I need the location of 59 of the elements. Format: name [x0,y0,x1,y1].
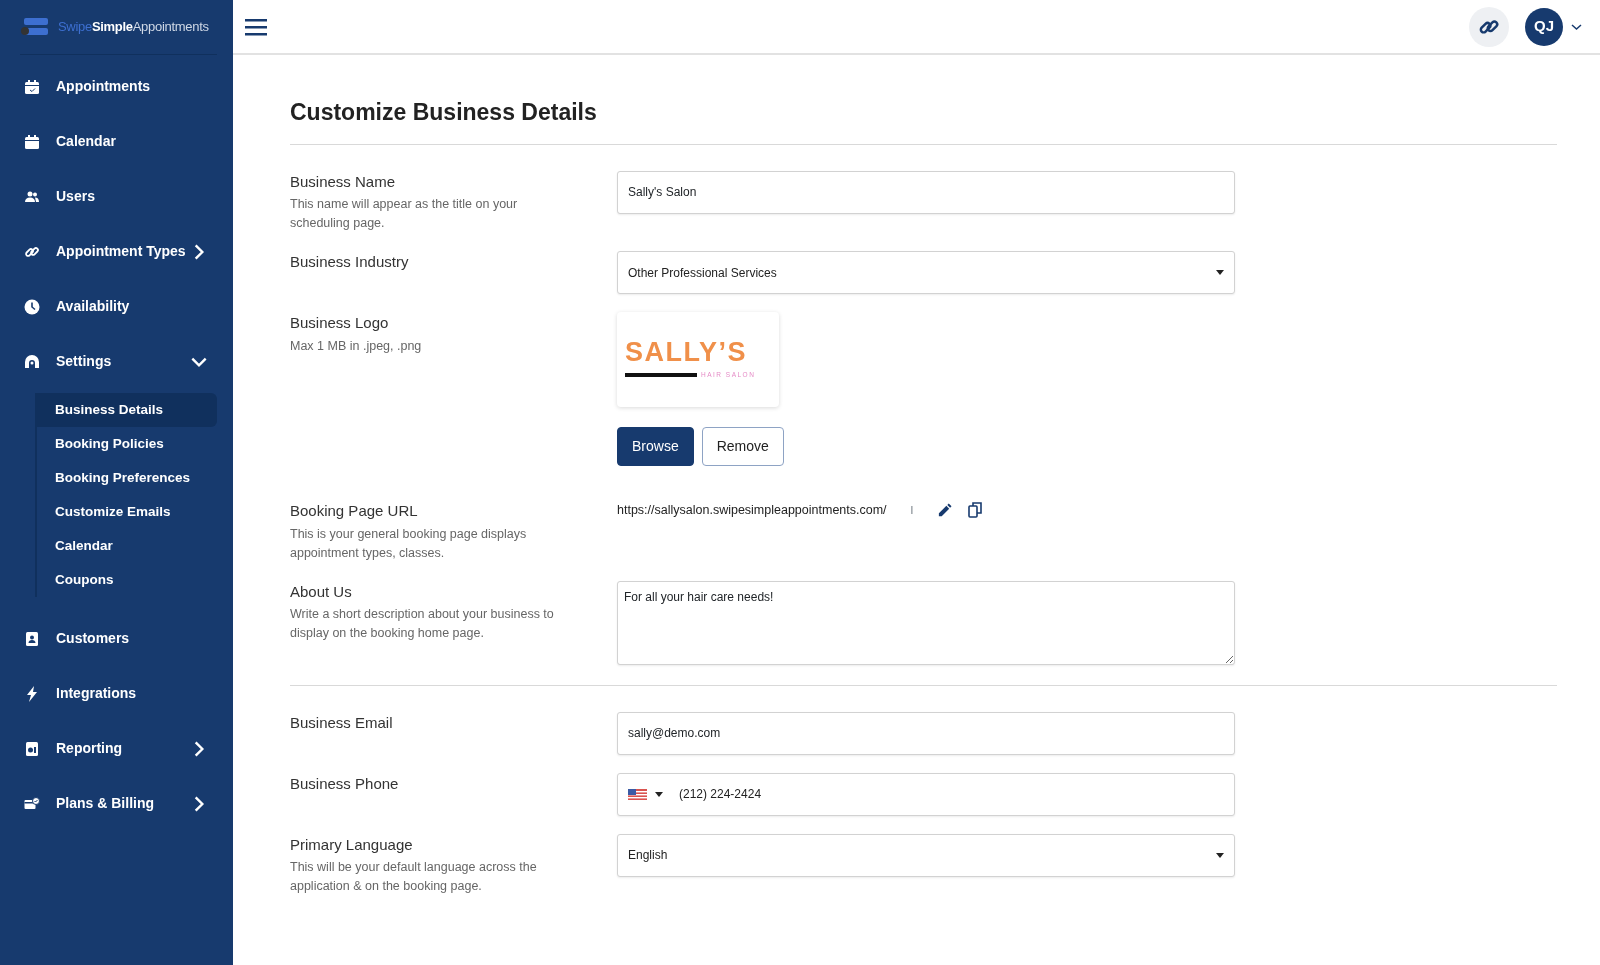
select-field[interactable]: Other Professional Services [617,251,1235,295]
sidebar-item[interactable]: Integrations [0,666,233,721]
field-label: Business Phone [290,773,400,794]
copy-icon[interactable] [968,502,983,519]
lightning-icon [24,685,40,702]
separator: I [910,503,914,518]
menu-icon[interactable] [245,17,267,36]
brand-name: SwipeSimpleAppointments [58,18,209,37]
caret-icon [655,792,663,798]
text-area[interactable]: For all your hair care needs! [617,580,1235,665]
field-label: Business Industry [290,252,410,273]
sidebar-item[interactable]: Users [0,169,233,224]
flag-icon [628,788,647,800]
submenu-item[interactable]: Business Details [37,393,217,427]
pencil-icon[interactable] [937,502,953,518]
submenu-item[interactable]: Calendar [37,529,217,563]
sidebar-item[interactable]: Appointments [0,59,233,114]
calendar-check-icon [24,78,40,95]
phone-field[interactable]: (212) 224-2424 [617,772,1235,816]
submenu-item[interactable]: Coupons [37,563,217,597]
caret-icon [1216,270,1224,276]
chevron-down-icon[interactable] [1571,22,1582,31]
sidebar-item[interactable]: Reporting [0,721,233,776]
clock-icon [24,298,40,315]
field-label: Booking Page URL [290,501,419,522]
sidebar-item[interactable]: Availability [0,279,233,334]
field-hint: This is your general booking page displays appointment types, classes. [290,525,528,562]
input-field[interactable]: sally@demo.com [617,711,1235,755]
field-label: Business Email [290,712,394,733]
select-field[interactable]: English [617,833,1235,877]
field-label: Business Name [290,171,397,192]
field-hint: Max 1 MB in .jpeg, .png [290,337,423,355]
calendar-icon [24,133,40,150]
input-field[interactable]: Sally's Salon [617,170,1235,214]
page-title: Customize Business Details [290,99,598,127]
sidebar-item[interactable]: Settings [0,334,233,389]
field-label: Business Logo [290,313,390,334]
report-icon [24,740,40,757]
field-hint: Write a short description about your business to display on the booking home page. [290,606,555,643]
remove-button[interactable]: Remove [701,427,784,467]
field-label: Primary Language [290,834,414,855]
sidebar-item[interactable]: Plans & Billing [0,776,233,831]
browse-button[interactable]: Browse [617,427,694,467]
contact-card-icon [24,630,40,647]
link-button[interactable] [1469,6,1509,47]
card-check-icon [24,795,40,812]
field-hint: This will be your default language across the application & on the booking page. [290,859,538,896]
field-label: About Us [290,581,353,602]
submenu-item[interactable]: Booking Preferences [37,461,217,495]
logo-icon [20,17,50,37]
user-avatar[interactable]: QJ [1525,7,1563,46]
sidebar-item[interactable]: Appointment Types [0,224,233,279]
sidebar-item[interactable]: Calendar [0,114,233,169]
field-hint: This name will appear as the title on your scheduling page. [290,196,519,233]
submenu-item[interactable]: Customize Emails [37,495,217,529]
caret-icon [1216,852,1224,858]
url-text: https://sallysalon.swipesimpleappointments.com/ [617,501,887,519]
submenu-item[interactable]: Booking Policies [37,427,217,461]
sidebar-item[interactable]: Customers [0,611,233,666]
